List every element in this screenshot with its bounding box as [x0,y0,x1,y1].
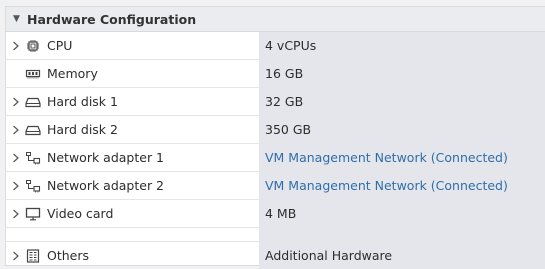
hard-disk-icon [24,95,42,109]
memory-icon [24,67,42,81]
row-value: Additional Hardware [265,248,393,263]
row-value: 32 GB [265,94,304,109]
chevron-right-icon[interactable] [6,181,24,191]
chevron-right-icon[interactable] [6,153,24,163]
row-label: Hard disk 1 [47,94,118,109]
network-link[interactable]: VM Management Network (Connected) [265,150,508,165]
row-label: Memory [47,66,98,81]
chevron-right-icon[interactable] [6,97,24,107]
row-label: Hard disk 2 [47,122,118,137]
caret-down-icon[interactable]: ▼ [6,14,27,24]
row-value: 4 vCPUs [265,38,317,53]
row-hard-disk-1: Hard disk 1 32 GB [6,88,545,116]
hard-disk-icon [24,123,42,137]
row-others: Others Additional Hardware [6,242,545,269]
row-label: Video card [47,206,114,221]
row-memory: Memory 16 GB [6,60,545,88]
row-label: CPU [47,38,73,53]
spacer-row [6,228,545,242]
section-header[interactable]: ▼ Hardware Configuration [6,7,545,32]
row-network-adapter-1: Network adapter 1 VM Management Network … [6,144,545,172]
cpu-icon [24,39,42,53]
network-adapter-icon [24,179,42,193]
row-label: Network adapter 1 [47,150,165,165]
chevron-right-icon[interactable] [6,251,24,261]
row-hard-disk-2: Hard disk 2 350 GB [6,116,545,144]
row-label: Network adapter 2 [47,178,165,193]
monitor-icon [24,207,42,221]
chevron-right-icon[interactable] [6,41,24,51]
chevron-right-icon[interactable] [6,125,24,135]
network-adapter-icon [24,151,42,165]
row-network-adapter-2: Network adapter 2 VM Management Network … [6,172,545,200]
row-cpu: CPU 4 vCPUs [6,32,545,60]
hardware-configuration-panel: ▼ Hardware Configuration CPU 4 vCPUs Mem… [5,6,545,269]
row-label: Others [47,248,90,263]
row-value: 350 GB [265,122,312,137]
others-icon [24,248,42,263]
section-title: Hardware Configuration [27,11,197,27]
row-video-card: Video card 4 MB [6,200,545,228]
row-value: 16 GB [265,66,304,81]
row-value: 4 MB [265,206,297,221]
network-link[interactable]: VM Management Network (Connected) [265,178,508,193]
chevron-right-icon[interactable] [6,209,24,219]
